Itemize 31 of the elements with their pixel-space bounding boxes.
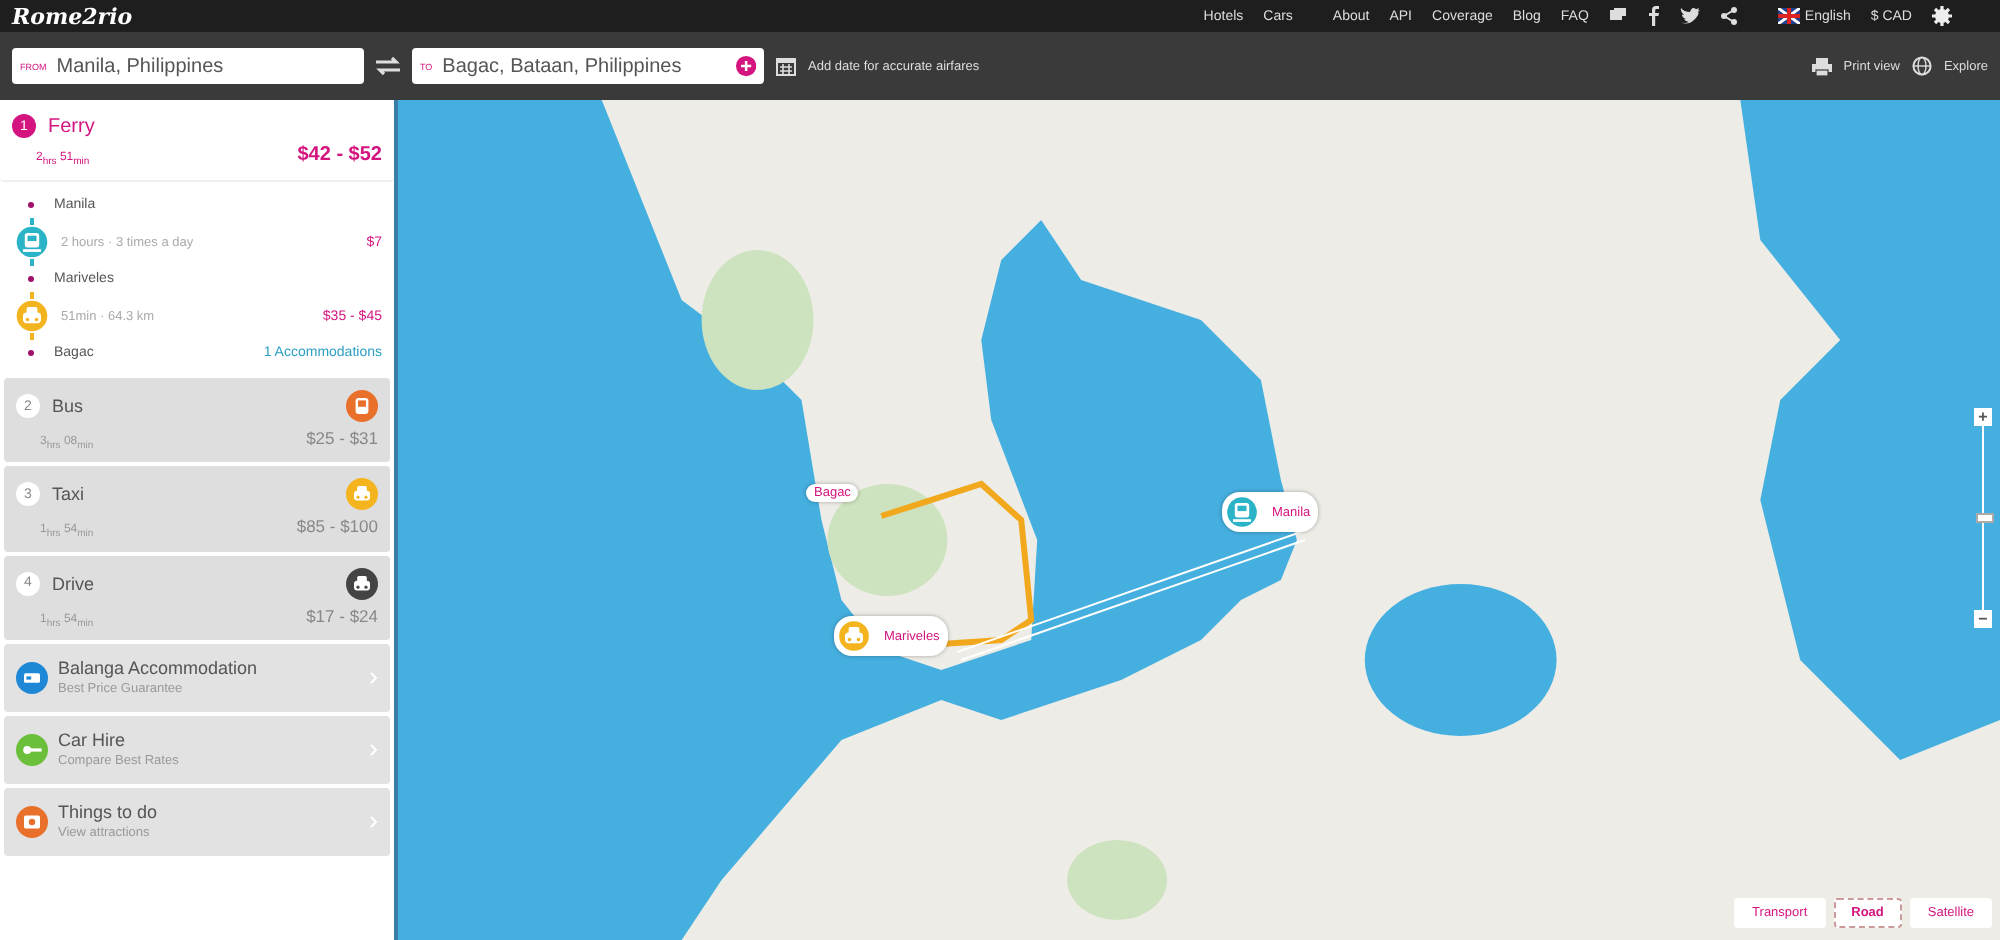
to-input[interactable]: Bagac, Bataan, Philippines <box>442 55 726 77</box>
flag-icon <box>1778 8 1801 24</box>
stop-dot <box>28 202 34 209</box>
promo-title: Balanga Accommodation <box>58 658 260 679</box>
globe-icon[interactable] <box>1911 56 1932 76</box>
route-title: Bus <box>52 396 84 417</box>
zoom-out-button[interactable]: − <box>1974 610 1992 628</box>
add-icon[interactable] <box>735 54 756 78</box>
from-input[interactable]: Manila, Philippines <box>56 55 356 77</box>
promo-title: Car Hire <box>58 730 128 751</box>
route-price: $85 - $100 <box>296 516 378 537</box>
settings-icon[interactable] <box>1932 6 1952 26</box>
route-title: Ferry <box>48 115 95 137</box>
route-price: $42 - $52 <box>297 144 382 166</box>
print-icon[interactable] <box>1811 57 1832 75</box>
zoom-slider-thumb[interactable] <box>1976 513 1994 523</box>
logo[interactable]: Rome2rio <box>12 3 133 29</box>
route-title: Taxi <box>52 484 85 505</box>
twitter-icon[interactable] <box>1680 7 1701 25</box>
route-price: $17 - $24 <box>306 605 378 626</box>
stop-dot <box>28 276 34 283</box>
promo-title: Things to do <box>58 802 160 823</box>
stop-dot <box>28 350 34 357</box>
route-price: $25 - $31 <box>306 428 378 449</box>
swap-icon[interactable] <box>376 56 400 76</box>
route-title: Drive <box>52 573 95 594</box>
zoom-in-button[interactable]: + <box>1974 408 1992 426</box>
calendar-icon[interactable] <box>776 56 796 76</box>
chat-icon[interactable] <box>1608 6 1629 26</box>
facebook-icon[interactable] <box>1648 6 1661 26</box>
share-icon[interactable] <box>1720 6 1739 26</box>
